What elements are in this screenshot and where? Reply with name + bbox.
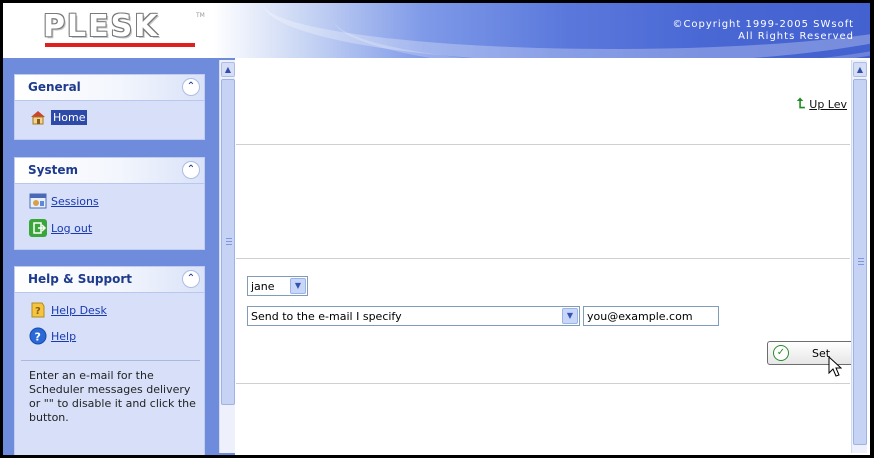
set-button[interactable]: ✓ Set — [767, 341, 857, 365]
nav-item-help-desk[interactable]: ? Help Desk — [29, 300, 107, 320]
copyright-text: ©Copyright 1999-2005 SWsoft All Rights R… — [672, 19, 854, 43]
general-box: General ⌃ Home — [14, 74, 205, 140]
divider — [236, 144, 850, 145]
checkmark-icon: ✓ — [773, 345, 789, 361]
divider — [236, 383, 850, 384]
copyright-line: All Rights Reserved — [738, 31, 854, 42]
copyright-line: ©Copyright 1999-2005 SWsoft — [672, 19, 854, 30]
svg-text:?: ? — [35, 306, 41, 317]
up-level-arrow-icon: ⮤ — [797, 96, 806, 112]
helpdesk-icon: ? — [29, 301, 47, 319]
logout-icon — [29, 219, 47, 237]
nav-link-logout[interactable]: Log out — [51, 222, 92, 235]
nav-link-help-desk[interactable]: Help Desk — [51, 304, 107, 317]
nav-link-home[interactable]: Home — [51, 109, 88, 125]
nav-item-sessions[interactable]: Sessions — [29, 191, 99, 211]
scroll-thumb[interactable] — [221, 79, 235, 405]
collapse-icon[interactable]: ⌃ — [182, 78, 200, 96]
system-box-header[interactable]: System ⌃ — [15, 158, 204, 184]
trademark-mark: TM — [196, 12, 205, 19]
nav-scrollbar[interactable]: ▲ — [219, 60, 235, 453]
scroll-up-button[interactable]: ▲ — [221, 62, 235, 77]
nav-link-help[interactable]: Help — [51, 330, 76, 343]
help-hint-text: Enter an e-mail for the Scheduler messag… — [29, 369, 196, 424]
system-box-title: System — [28, 163, 78, 177]
chevron-down-icon[interactable]: ▼ — [290, 278, 306, 294]
general-box-header[interactable]: General ⌃ — [15, 75, 204, 101]
user-select[interactable]: jane ▼ — [247, 276, 308, 296]
home-icon — [29, 108, 47, 126]
scroll-thumb[interactable] — [853, 79, 867, 445]
scroll-up-button[interactable]: ▲ — [853, 62, 867, 77]
general-box-title: General — [28, 80, 81, 94]
email-field[interactable] — [583, 306, 719, 326]
header-banner: PLESK TM ©Copyright 1999-2005 SWsoft All… — [3, 3, 870, 58]
chevron-down-icon[interactable]: ▼ — [562, 308, 578, 324]
nav-item-logout[interactable]: Log out — [29, 218, 92, 238]
divider — [236, 258, 850, 259]
help-support-box-title: Help & Support — [28, 272, 132, 286]
help-icon: ? — [29, 327, 47, 345]
system-box: System ⌃ Sessions Log out — [14, 157, 205, 250]
main-scrollbar[interactable]: ▲ — [851, 60, 867, 453]
svg-text:?: ? — [35, 331, 41, 344]
sessions-icon — [29, 192, 47, 210]
help-support-box-header[interactable]: Help & Support ⌃ — [15, 267, 204, 293]
logo-underline — [45, 43, 195, 47]
nav-item-help[interactable]: ? Help — [29, 326, 76, 346]
delivery-select-value: Send to the e-mail I specify — [251, 310, 402, 323]
up-level-label[interactable]: Up Lev — [809, 98, 847, 111]
mouse-cursor-icon — [828, 356, 842, 377]
divider — [21, 360, 200, 361]
plesk-logo: PLESK — [43, 9, 160, 44]
user-select-value: jane — [251, 280, 275, 293]
browser-frame: PLESK TM ©Copyright 1999-2005 SWsoft All… — [3, 3, 870, 455]
collapse-icon[interactable]: ⌃ — [182, 270, 200, 288]
up-level-link[interactable]: ⮤ Up Lev — [797, 96, 847, 112]
delivery-select[interactable]: Send to the e-mail I specify ▼ — [247, 306, 580, 326]
main-content: ⮤ Up Lev jane ▼ Send to the e-mail I spe… — [236, 58, 870, 455]
nav-item-home[interactable]: Home — [29, 107, 88, 127]
help-support-box: Help & Support ⌃ ? Help Desk ? Help Ente… — [14, 266, 205, 455]
collapse-icon[interactable]: ⌃ — [182, 161, 200, 179]
nav-link-sessions[interactable]: Sessions — [51, 195, 99, 208]
navigation-pane: General ⌃ Home System ⌃ Sessions Log out… — [3, 58, 235, 455]
